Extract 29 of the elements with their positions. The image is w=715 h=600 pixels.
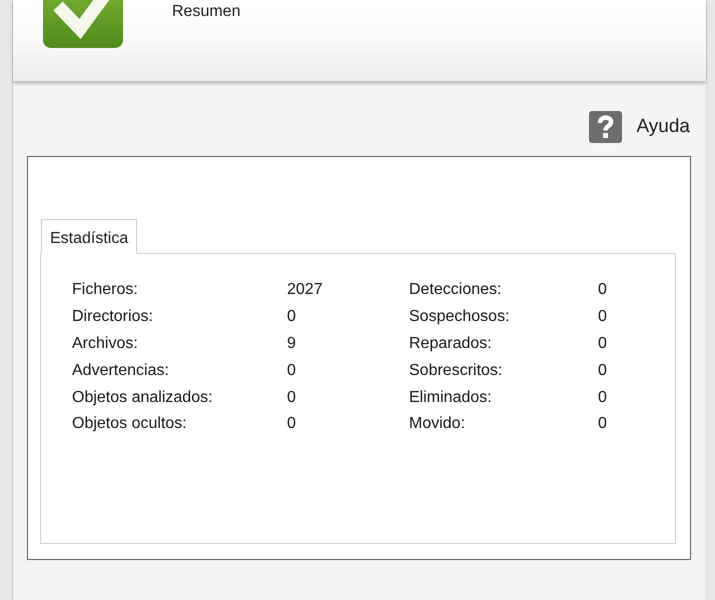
stat-label: Sobrescritos: bbox=[409, 360, 502, 381]
checkmark-icon bbox=[43, 0, 123, 48]
stat-value: 0 bbox=[287, 414, 296, 434]
stat-value: 0 bbox=[598, 414, 607, 434]
stat-label: Detecciones: bbox=[409, 280, 502, 300]
stat-label: Advertencias: bbox=[72, 360, 169, 381]
stat-label: Objetos ocultos: bbox=[72, 414, 187, 434]
stat-value: 2027 bbox=[287, 280, 323, 300]
stat-value: 0 bbox=[598, 360, 607, 381]
stat-value: 0 bbox=[287, 307, 296, 328]
stat-label: Objetos analizados: bbox=[72, 388, 213, 408]
stat-value: 0 bbox=[598, 307, 607, 328]
stat-value: 0 bbox=[598, 334, 607, 354]
stat-value: 0 bbox=[598, 388, 607, 408]
stat-value: 0 bbox=[287, 388, 296, 408]
stat-value: 9 bbox=[287, 334, 296, 354]
stat-label: Directorios: bbox=[72, 307, 153, 328]
stat-label: Movido: bbox=[409, 414, 466, 434]
stat-label: Archivos: bbox=[72, 334, 138, 354]
help-icon bbox=[589, 111, 622, 143]
tab[interactable]: Estadística bbox=[41, 219, 138, 254]
stat-value: 0 bbox=[287, 360, 296, 381]
stat-label: Reparados: bbox=[409, 334, 492, 354]
stat-label: Eliminados: bbox=[409, 388, 492, 408]
stat-value: 0 bbox=[598, 280, 607, 300]
help-button[interactable]: Ayuda bbox=[589, 111, 690, 143]
stat-label: Sospechosos: bbox=[409, 307, 510, 328]
stat-label: Ficheros: bbox=[72, 280, 138, 300]
page-title: Resumen bbox=[172, 2, 240, 22]
